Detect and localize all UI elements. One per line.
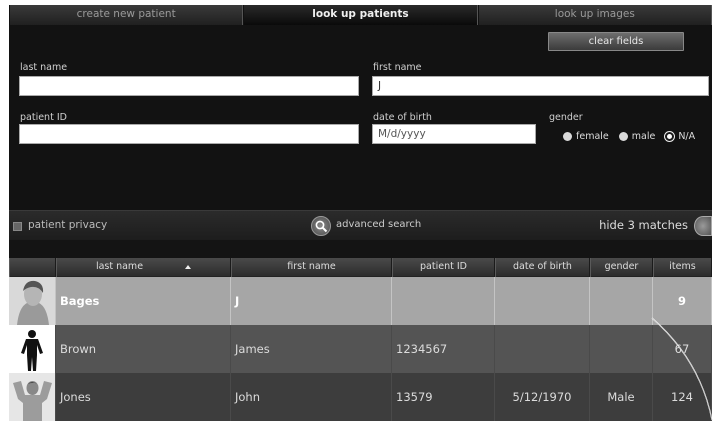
annotation-callout-line xyxy=(651,317,713,421)
